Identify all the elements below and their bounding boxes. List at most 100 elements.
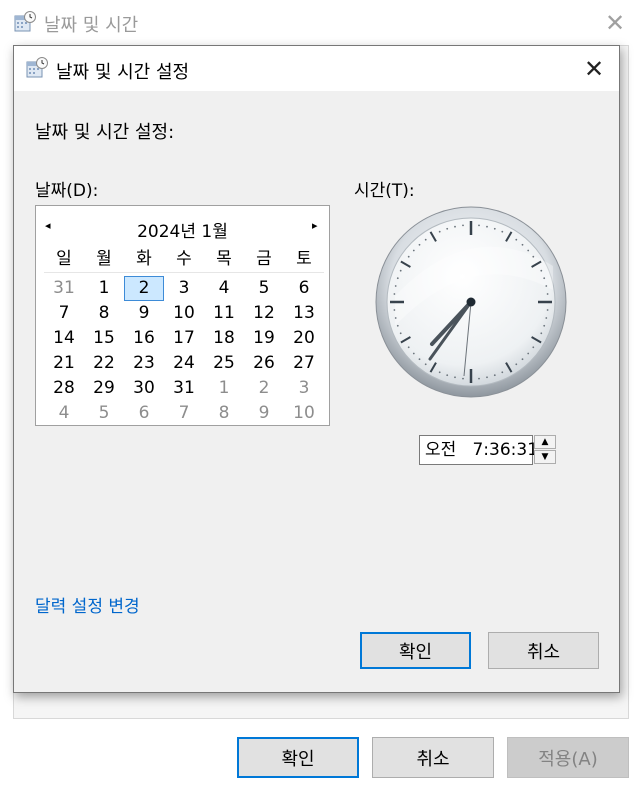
- dialog-title: 날짜 및 시간 설정: [56, 62, 190, 83]
- calendar-day[interactable]: 7: [44, 301, 84, 326]
- calendar-day[interactable]: 14: [44, 326, 84, 351]
- clock-minute-dot: [486, 376, 488, 379]
- calendar-day-selected[interactable]: 2: [124, 276, 164, 301]
- weekday-label: 토: [296, 249, 312, 269]
- clock-minute-dot: [438, 371, 441, 374]
- calendar-day[interactable]: 2: [244, 376, 284, 401]
- parent-ok-button[interactable]: 확인: [237, 737, 359, 778]
- calendar-day[interactable]: 31: [44, 276, 84, 301]
- weekday-label: 수: [176, 249, 192, 269]
- parent-cancel-button[interactable]: 취소: [372, 737, 494, 778]
- dialog-heading: 날짜 및 시간 설정:: [35, 122, 175, 143]
- calendar-day[interactable]: 29: [84, 376, 124, 401]
- clock-minute-dot: [546, 309, 549, 311]
- calendar-day[interactable]: 21: [44, 351, 84, 376]
- clock-minute-dot: [393, 309, 396, 311]
- clock-minute-dot: [493, 227, 496, 230]
- calendar-day[interactable]: 9: [124, 301, 164, 326]
- time-input[interactable]: 오전 7:36:31: [419, 435, 538, 465]
- calendar-day[interactable]: 1: [84, 276, 124, 301]
- clock-minute-dot: [399, 332, 402, 335]
- calendar-day[interactable]: 9: [244, 401, 284, 426]
- clock-minute-dot: [418, 358, 421, 361]
- calendar-day[interactable]: 8: [84, 301, 124, 326]
- parent-close-button[interactable]: ✕: [600, 9, 630, 37]
- change-calendar-settings-link[interactable]: 달력 설정 변경: [35, 592, 140, 617]
- dialog-close-button[interactable]: ✕: [577, 54, 611, 84]
- clock-minute-dot: [446, 227, 449, 230]
- clock-minute-dot: [527, 352, 530, 355]
- calendar-day[interactable]: 6: [124, 401, 164, 426]
- calendar-day[interactable]: 11: [204, 301, 244, 326]
- calendar-month-label[interactable]: 2024년 1월: [36, 217, 329, 242]
- calendar-day[interactable]: 17: [164, 326, 204, 351]
- arrow-up-icon: ▲: [541, 437, 549, 447]
- calendar-day[interactable]: 20: [284, 326, 324, 351]
- weekday-label: 화: [136, 249, 152, 269]
- calendar-day[interactable]: 13: [284, 301, 324, 326]
- calendar-week: 31 1 2 3 4 5 6: [44, 276, 324, 301]
- weekday-label: 일: [56, 249, 72, 269]
- weekday-label: 월: [96, 249, 112, 269]
- dialog-titlebar: 날짜 및 시간 설정 ✕: [14, 46, 619, 91]
- calendar-day[interactable]: 25: [204, 351, 244, 376]
- next-month-button[interactable]: ▸: [312, 219, 318, 232]
- calendar-day[interactable]: 12: [244, 301, 284, 326]
- calendar-day[interactable]: 4: [44, 401, 84, 426]
- date-label: 날짜(D):: [35, 181, 99, 201]
- clock-minute-dot: [407, 346, 410, 349]
- close-icon: ✕: [604, 9, 626, 37]
- analog-clock: [375, 206, 567, 398]
- clock-minute-dot: [521, 358, 524, 361]
- clock-minute-dot: [407, 255, 410, 258]
- calendar-day[interactable]: 10: [284, 401, 324, 426]
- clock-minute-dot: [412, 249, 415, 252]
- calendar-day[interactable]: 10: [164, 301, 204, 326]
- calendar: ◂ 2024년 1월 ▸ 일 월 화 수 목 금 토 31 1 2 3 4 5 …: [35, 205, 330, 426]
- clock-minute-dot: [543, 324, 546, 327]
- calendar-clock-icon: [26, 57, 48, 78]
- dialog-cancel-button[interactable]: 취소: [488, 632, 599, 669]
- clock-minute-dot: [454, 225, 456, 228]
- calendar-day[interactable]: 4: [204, 276, 244, 301]
- clock-minute-dot: [394, 317, 397, 319]
- calendar-day[interactable]: 23: [124, 351, 164, 376]
- calendar-day[interactable]: 1: [204, 376, 244, 401]
- calendar-day[interactable]: 27: [284, 351, 324, 376]
- calendar-day[interactable]: 6: [284, 276, 324, 301]
- calendar-day[interactable]: 5: [84, 401, 124, 426]
- calendar-day[interactable]: 8: [204, 401, 244, 426]
- weekday-label: 목: [216, 249, 232, 269]
- clock-minute-dot: [462, 377, 464, 380]
- calendar-day[interactable]: 5: [244, 276, 284, 301]
- calendar-day[interactable]: 3: [164, 276, 204, 301]
- clock-minute-dot: [424, 363, 427, 366]
- calendar-day[interactable]: 15: [84, 326, 124, 351]
- clock-minute-dot: [396, 324, 399, 327]
- calendar-day[interactable]: 24: [164, 351, 204, 376]
- weekday-header: 일 월 화 수 목 금 토: [44, 247, 324, 272]
- calendar-day[interactable]: 26: [244, 351, 284, 376]
- clock-minute-dot: [412, 352, 415, 355]
- time-decrement-button[interactable]: ▼: [534, 450, 556, 464]
- clock-minute-dot: [501, 230, 504, 233]
- calendar-week: 4 5 6 7 8 9 10: [44, 401, 324, 426]
- calendar-day[interactable]: 7: [164, 401, 204, 426]
- clock-minute-dot: [532, 255, 535, 258]
- clock-minute-dot: [438, 230, 441, 233]
- time-increment-button[interactable]: ▲: [534, 435, 556, 449]
- clock-minute-dot: [515, 238, 518, 241]
- dialog-ok-button[interactable]: 확인: [360, 632, 471, 669]
- calendar-day[interactable]: 31: [164, 376, 204, 401]
- calendar-day[interactable]: 19: [244, 326, 284, 351]
- parent-apply-button[interactable]: 적용(A): [507, 737, 629, 778]
- clock-minute-dot: [540, 332, 543, 335]
- clock-minute-dot: [546, 293, 549, 295]
- calendar-day[interactable]: 28: [44, 376, 84, 401]
- calendar-day[interactable]: 3: [284, 376, 324, 401]
- calendar-week: 14 15 16 17 18 19 20: [44, 326, 324, 351]
- calendar-day[interactable]: 30: [124, 376, 164, 401]
- calendar-day[interactable]: 16: [124, 326, 164, 351]
- calendar-day[interactable]: 18: [204, 326, 244, 351]
- calendar-day[interactable]: 22: [84, 351, 124, 376]
